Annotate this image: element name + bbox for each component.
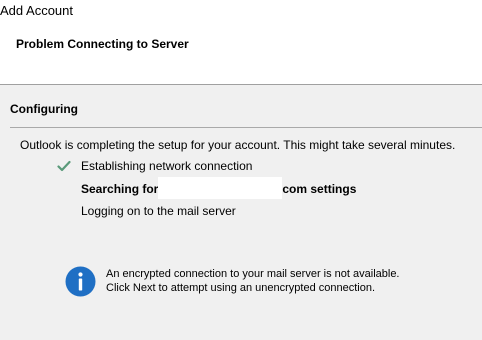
redacted-domain — [158, 177, 283, 199]
content-panel: Configuring Outlook is completing the se… — [0, 85, 482, 340]
step-searching-settings: Searching for com settings — [81, 177, 357, 199]
window-title: Add Account — [0, 3, 73, 18]
step-establishing-connection: Establishing network connection — [81, 159, 253, 173]
status-message: Outlook is completing the setup for your… — [20, 138, 456, 152]
info-line-1: An encrypted connection to your mail ser… — [106, 268, 400, 280]
step-searching-prefix: Searching for — [81, 182, 159, 197]
step-searching-suffix: com settings — [282, 182, 357, 197]
dialog-heading: Problem Connecting to Server — [16, 37, 189, 51]
check-icon — [57, 160, 71, 172]
info-icon — [65, 266, 96, 297]
info-line-2: Click Next to attempt using an unencrypt… — [106, 282, 376, 294]
info-message: An encrypted connection to your mail ser… — [106, 267, 400, 295]
section-divider — [10, 127, 482, 128]
section-title: Configuring — [10, 102, 78, 116]
dialog-header: Add Account Problem Connecting to Server — [0, 0, 482, 84]
step-logging-on: Logging on to the mail server — [81, 204, 236, 218]
